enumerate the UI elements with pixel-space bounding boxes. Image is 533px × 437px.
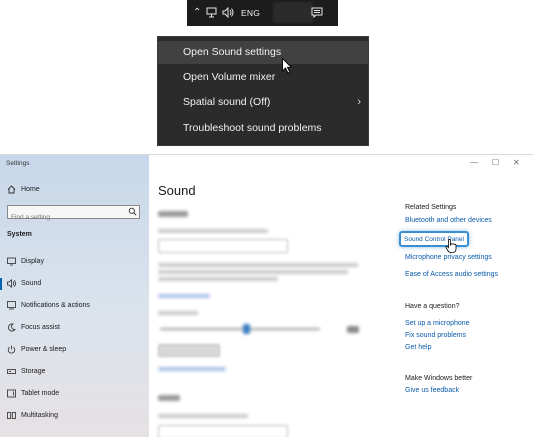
power-icon: [7, 345, 16, 356]
mouse-pointer-icon: [282, 58, 292, 74]
minimize-button[interactable]: —: [470, 158, 478, 167]
find-setting-search[interactable]: [7, 205, 140, 224]
speaker-icon[interactable]: [222, 6, 235, 22]
sidebar-item-home[interactable]: Home: [0, 181, 149, 199]
taskbar: ⌃ ENG: [187, 0, 338, 26]
menu-item-label: Open Sound settings: [183, 46, 282, 58]
menu-item-spatial-sound[interactable]: Spatial sound (Off) ›: [158, 91, 368, 114]
sidebar-item-storage[interactable]: Storage: [0, 363, 149, 381]
sidebar-item-label: Tablet mode: [21, 390, 60, 397]
menu-item-open-sound-settings[interactable]: Open Sound settings: [158, 41, 368, 64]
language-indicator[interactable]: ENG: [241, 8, 260, 18]
link-fix-sound-problems[interactable]: Fix sound problems: [405, 332, 466, 339]
search-icon[interactable]: [128, 207, 137, 218]
hand-pointer-icon: [445, 239, 457, 253]
maximize-button[interactable]: ☐: [492, 158, 499, 167]
sidebar-item-label: Power & sleep: [21, 346, 67, 353]
storage-icon: [7, 367, 16, 378]
link-get-help[interactable]: Get help: [405, 344, 431, 351]
settings-window: Settings Home System Display Sound: [0, 154, 533, 437]
sidebar-item-label: Storage: [21, 368, 46, 375]
clock-area[interactable]: [273, 2, 313, 23]
make-windows-better-heading: Make Windows better: [405, 375, 473, 382]
link-set-up-microphone[interactable]: Set up a microphone: [405, 320, 470, 327]
sidebar-section-title: System: [7, 231, 32, 238]
home-icon: [7, 185, 16, 196]
sidebar-item-sound[interactable]: Sound: [0, 275, 149, 293]
sidebar-item-display[interactable]: Display: [0, 253, 149, 271]
display-icon: [7, 257, 16, 268]
highlight-box: [399, 231, 469, 247]
network-icon[interactable]: [206, 7, 218, 22]
sidebar-item-label: Focus assist: [21, 324, 60, 331]
settings-sidebar: Settings Home System Display Sound: [0, 155, 149, 437]
sound-context-menu: Open Sound settings Open Volume mixer Sp…: [157, 36, 369, 146]
menu-item-troubleshoot[interactable]: Troubleshoot sound problems: [158, 117, 368, 140]
chevron-up-icon[interactable]: ⌃: [193, 7, 201, 19]
sidebar-item-focus-assist[interactable]: Focus assist: [0, 319, 149, 337]
speaker-icon: [7, 278, 17, 290]
related-settings-heading: Related Settings: [405, 204, 457, 211]
page-title: Sound: [158, 183, 196, 198]
question-heading: Have a question?: [405, 303, 460, 310]
link-microphone-privacy[interactable]: Microphone privacy settings: [405, 254, 492, 261]
menu-item-label: Troubleshoot sound problems: [183, 122, 322, 134]
sidebar-item-label: Multitasking: [21, 412, 58, 419]
tablet-icon: [7, 389, 16, 400]
close-button[interactable]: ✕: [513, 158, 520, 167]
multitasking-icon: [7, 411, 16, 422]
link-bluetooth-devices[interactable]: Bluetooth and other devices: [405, 217, 492, 224]
app-title: Settings: [6, 160, 30, 167]
sidebar-item-label: Display: [21, 258, 44, 265]
search-input[interactable]: [8, 211, 123, 224]
menu-item-label: Spatial sound (Off): [183, 96, 271, 108]
link-ease-of-access-audio[interactable]: Ease of Access audio settings: [405, 271, 498, 278]
sidebar-item-power-sleep[interactable]: Power & sleep: [0, 341, 149, 359]
notifications-icon: [7, 301, 16, 312]
notifications-icon[interactable]: [311, 7, 323, 22]
sidebar-item-multitasking[interactable]: Multitasking: [0, 407, 149, 425]
sidebar-item-notifications[interactable]: Notifications & actions: [0, 297, 149, 315]
chevron-right-icon: ›: [357, 96, 361, 108]
sidebar-item-label: Notifications & actions: [21, 302, 90, 309]
sidebar-item-label: Home: [21, 186, 40, 193]
moon-icon: [7, 323, 16, 334]
sidebar-item-label: Sound: [21, 280, 42, 287]
sidebar-item-tablet-mode[interactable]: Tablet mode: [0, 385, 149, 403]
link-give-feedback[interactable]: Give us feedback: [405, 387, 459, 394]
menu-item-open-volume-mixer[interactable]: Open Volume mixer: [158, 66, 368, 89]
menu-item-label: Open Volume mixer: [183, 71, 276, 83]
